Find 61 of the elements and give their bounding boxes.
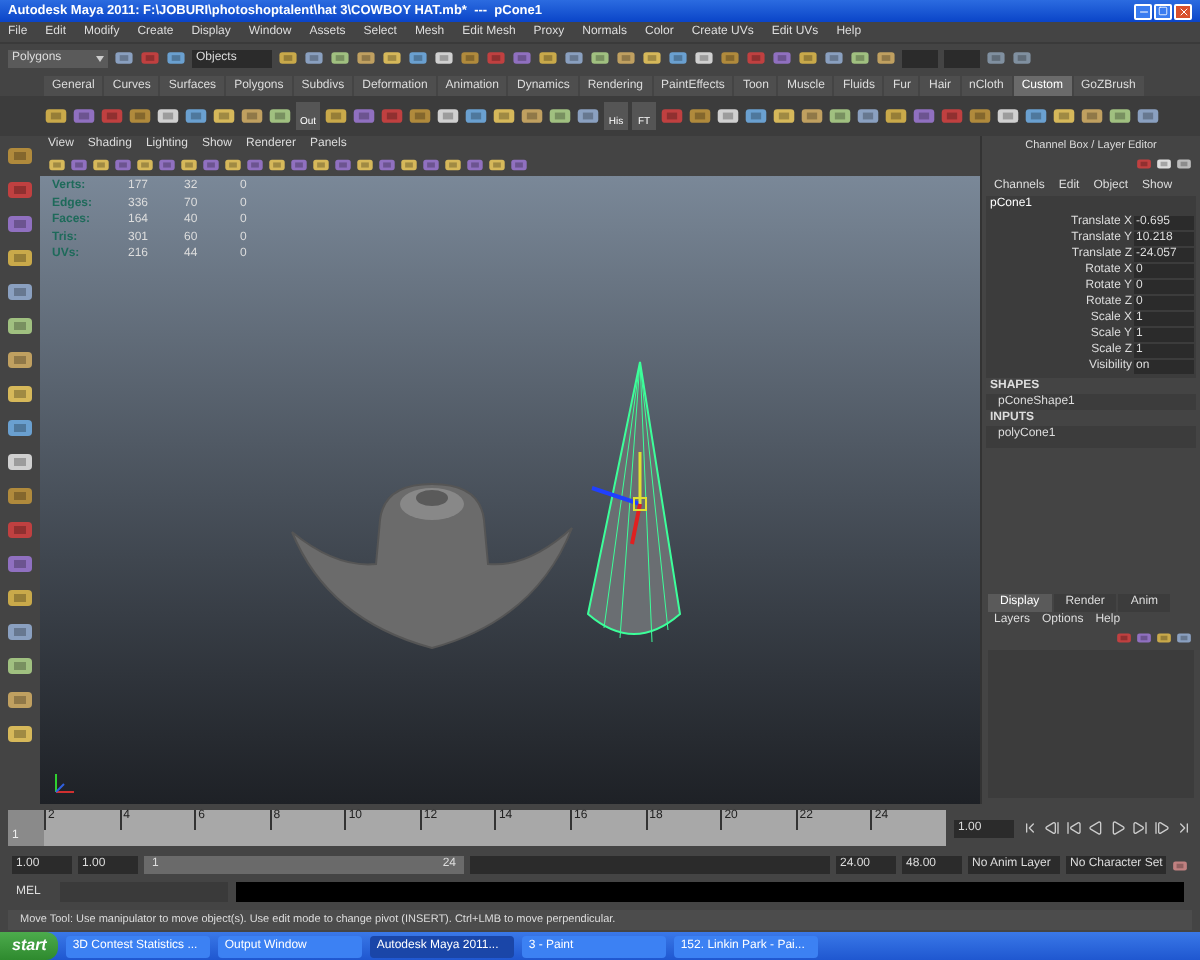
tool-icon[interactable] (6, 244, 34, 272)
close-button[interactable] (1174, 3, 1192, 19)
tool-icon[interactable] (6, 448, 34, 476)
shelf-tool-icon[interactable] (744, 104, 768, 128)
shelf-tool-icon[interactable] (856, 104, 880, 128)
tool-icon[interactable] (6, 618, 34, 646)
shelf-tool-icon[interactable] (548, 104, 572, 128)
tool-icon[interactable] (6, 414, 34, 442)
shelf-tool-icon[interactable] (520, 104, 544, 128)
tool-icon[interactable] (6, 278, 34, 306)
shelf-tool-icon[interactable] (128, 104, 152, 128)
shelf-tool-icon[interactable] (1136, 104, 1160, 128)
playback-control-icon[interactable] (1066, 820, 1082, 836)
minimize-button[interactable] (1134, 3, 1152, 19)
shelf-tool-icon[interactable] (772, 104, 796, 128)
playback-control-icon[interactable] (1022, 820, 1038, 836)
shelf-tool-icon[interactable] (492, 104, 516, 128)
shelf-tool-icon[interactable] (408, 104, 432, 128)
shelf-tool-icon[interactable] (436, 104, 460, 128)
shelf-tool-icon[interactable] (1052, 104, 1076, 128)
shelf-tool-icon[interactable] (1024, 104, 1048, 128)
maximize-button[interactable] (1154, 3, 1172, 19)
minimize-icon (1137, 5, 1149, 17)
playback-control-icon[interactable] (1154, 820, 1170, 836)
shelf-tool-icon[interactable] (688, 104, 712, 128)
tool-icon[interactable] (6, 482, 34, 510)
shelf-tool-icon[interactable] (212, 104, 236, 128)
shelf-tool-icon[interactable] (156, 104, 180, 128)
input-field[interactable] (902, 49, 938, 67)
shelf-tool-icon[interactable] (464, 104, 488, 128)
shelf-tool-icon[interactable] (324, 104, 348, 128)
tool-icon[interactable] (6, 584, 34, 612)
tool-icon[interactable] (6, 720, 34, 748)
shelf-tool-icon[interactable] (828, 104, 852, 128)
tool-icon[interactable] (6, 142, 34, 170)
input-field[interactable] (944, 49, 980, 67)
shelf-tool-icon[interactable] (1108, 104, 1132, 128)
shelf-tool-icon[interactable] (968, 104, 992, 128)
tool-icon[interactable] (6, 652, 34, 680)
tool-icon[interactable] (6, 312, 34, 340)
shelf-tool-icon[interactable] (1080, 104, 1104, 128)
shelf-tool-icon[interactable] (268, 104, 292, 128)
shelf-tool-icon[interactable] (44, 104, 68, 128)
axis-icon (52, 772, 76, 796)
maximize-icon (1158, 6, 1168, 16)
start-button[interactable]: start (0, 932, 59, 960)
key-icon[interactable] (1172, 857, 1188, 873)
shelf-tool-icon[interactable] (800, 104, 824, 128)
tool-icon[interactable] (6, 686, 34, 714)
playback-control-icon[interactable] (1176, 820, 1192, 836)
playback-control-icon[interactable] (1132, 820, 1148, 836)
shelf-tool-icon[interactable] (240, 104, 264, 128)
shelf-tool-icon[interactable] (884, 104, 908, 128)
tool-icon[interactable] (6, 346, 34, 374)
shelf-tool-icon[interactable] (576, 104, 600, 128)
shelf-tool-icon[interactable] (996, 104, 1020, 128)
shelf-tool-icon[interactable] (716, 104, 740, 128)
shelf-tool-icon[interactable] (184, 104, 208, 128)
close-icon (1177, 5, 1189, 17)
playback-control-icon[interactable] (1044, 820, 1060, 836)
tool-icon[interactable] (6, 380, 34, 408)
